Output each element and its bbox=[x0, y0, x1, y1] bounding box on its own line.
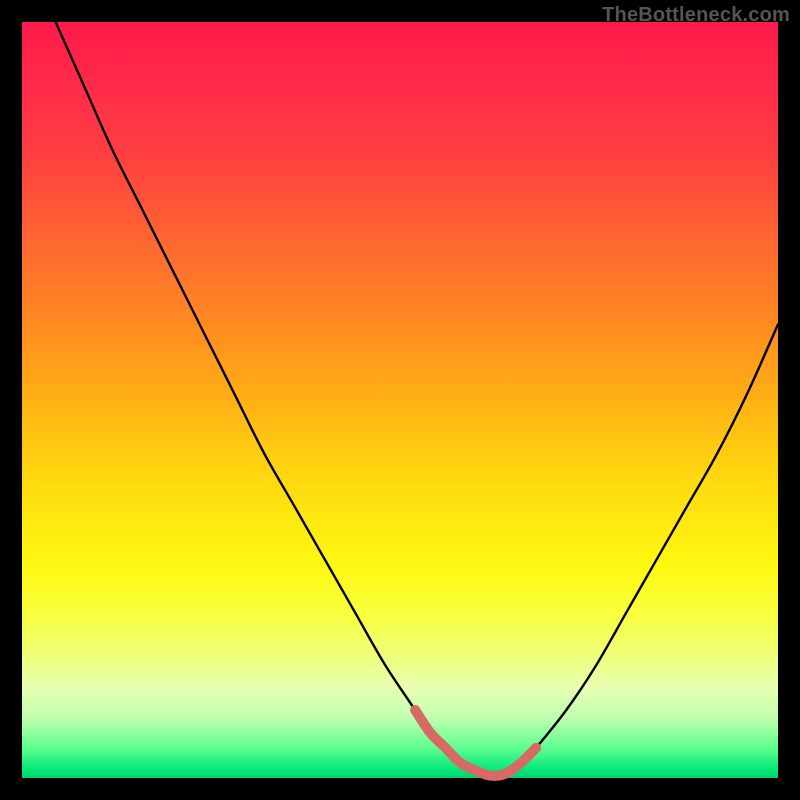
bottleneck-curve-highlight bbox=[415, 710, 536, 776]
chart-frame: TheBottleneck.com bbox=[0, 0, 800, 800]
chart-plot-area bbox=[22, 22, 778, 778]
bottleneck-curve bbox=[22, 0, 778, 776]
chart-svg bbox=[22, 22, 778, 778]
watermark-text: TheBottleneck.com bbox=[602, 4, 790, 27]
